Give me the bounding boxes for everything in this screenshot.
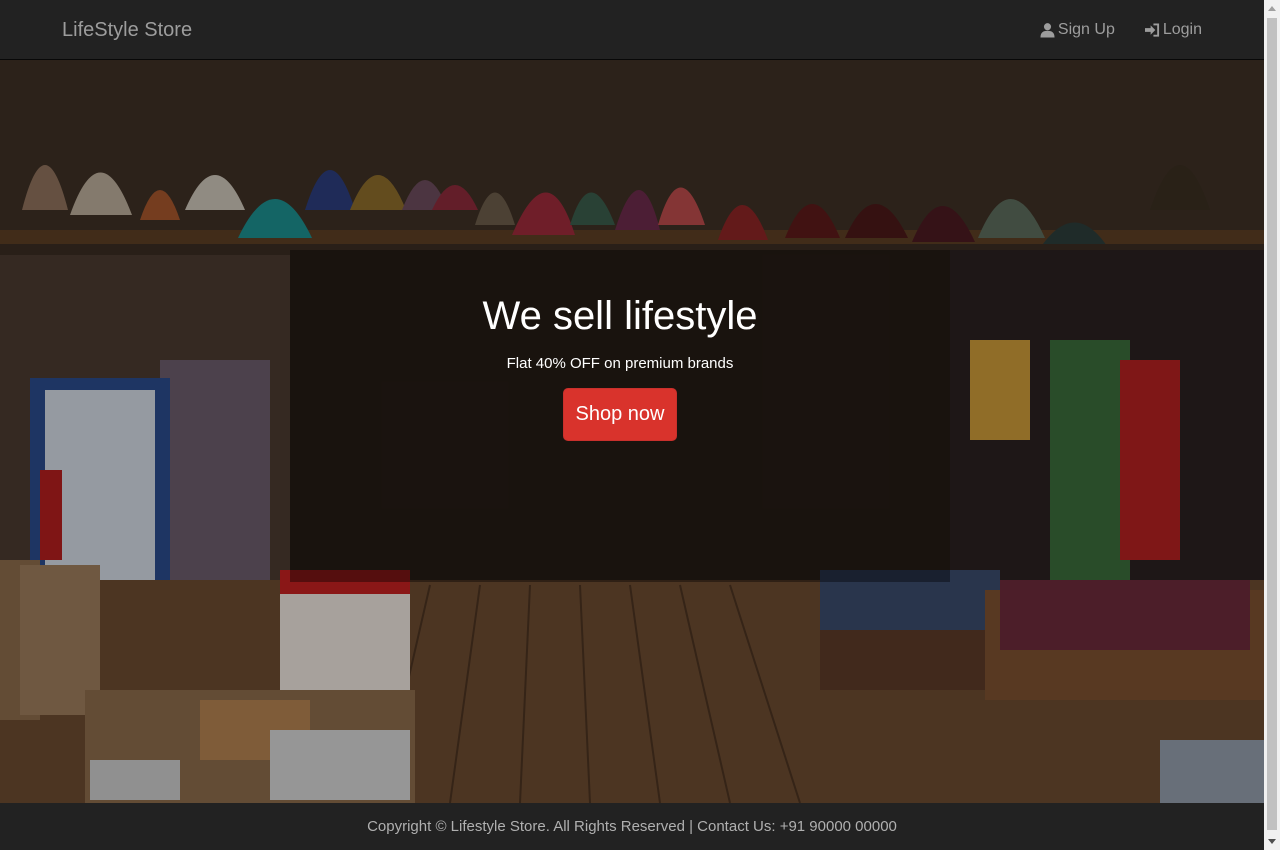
login-link[interactable]: Login (1144, 19, 1202, 41)
brand-link[interactable]: LifeStyle Store (62, 18, 192, 42)
banner-title: We sell lifestyle (482, 294, 758, 338)
nav-right: Sign Up Login (1040, 19, 1202, 41)
login-label: Login (1162, 21, 1202, 38)
banner-subtitle: Flat 40% OFF on premium brands (506, 355, 734, 372)
scrollbar-thumb[interactable] (1267, 18, 1277, 830)
scroll-down-arrow-icon[interactable] (1264, 833, 1280, 850)
login-icon (1144, 23, 1159, 37)
scroll-up-arrow-icon[interactable] (1264, 0, 1280, 17)
footer: Copyright © Lifestyle Store. All Rights … (0, 803, 1264, 850)
signup-link[interactable]: Sign Up (1040, 19, 1115, 41)
footer-text: Copyright © Lifestyle Store. All Rights … (367, 818, 897, 835)
navbar: LifeStyle Store Sign Up Login (0, 0, 1264, 60)
shop-now-button[interactable]: Shop now (563, 388, 677, 441)
user-icon (1040, 23, 1055, 38)
page-scrollbar[interactable] (1264, 0, 1280, 850)
signup-label: Sign Up (1057, 21, 1115, 38)
